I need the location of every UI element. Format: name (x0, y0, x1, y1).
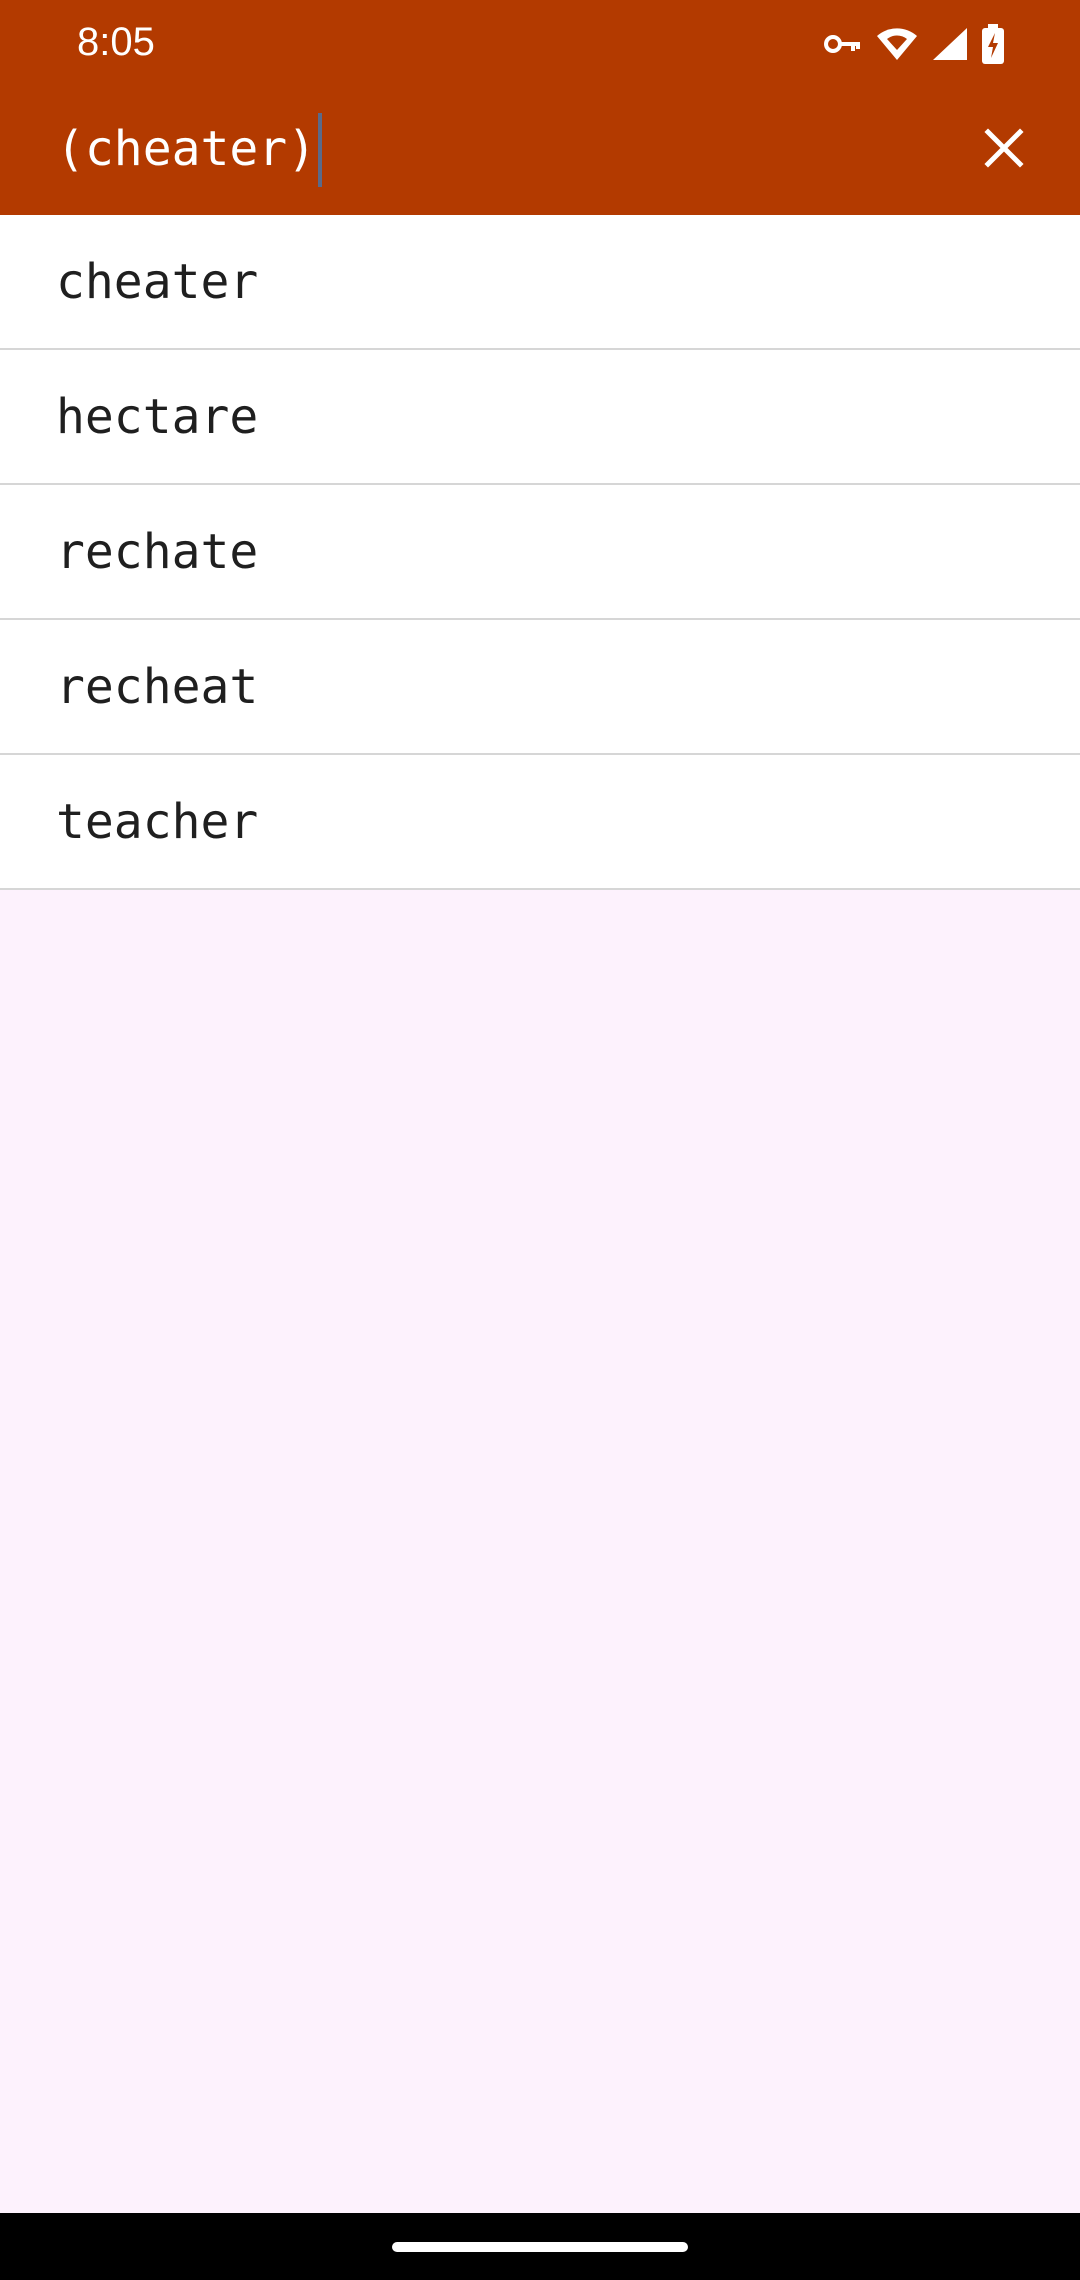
result-item-rechate[interactable]: rechate (0, 485, 1080, 620)
search-input[interactable]: (cheater) (56, 84, 936, 215)
home-gesture-handle[interactable] (392, 2242, 688, 2252)
search-toolbar: (cheater) (0, 84, 1080, 215)
wifi-icon (876, 27, 918, 61)
search-query-text: (cheater) (56, 121, 317, 177)
results-list: cheater hectare rechate recheat teacher (0, 215, 1080, 890)
battery-charging-icon (982, 24, 1004, 64)
navigation-bar (0, 2213, 1080, 2280)
close-icon (984, 127, 1024, 173)
clear-search-button[interactable] (968, 114, 1040, 186)
text-caret (318, 112, 323, 187)
result-item-recheat[interactable]: recheat (0, 620, 1080, 755)
vpn-key-icon (824, 32, 862, 56)
result-item-hectare[interactable]: hectare (0, 350, 1080, 485)
status-icons (824, 22, 1004, 66)
cell-signal-icon (932, 27, 968, 61)
result-item-teacher[interactable]: teacher (0, 755, 1080, 890)
result-item-cheater[interactable]: cheater (0, 215, 1080, 350)
status-bar: 8:05 (0, 0, 1080, 84)
status-time: 8:05 (77, 20, 155, 64)
empty-content-area (0, 890, 1080, 2213)
